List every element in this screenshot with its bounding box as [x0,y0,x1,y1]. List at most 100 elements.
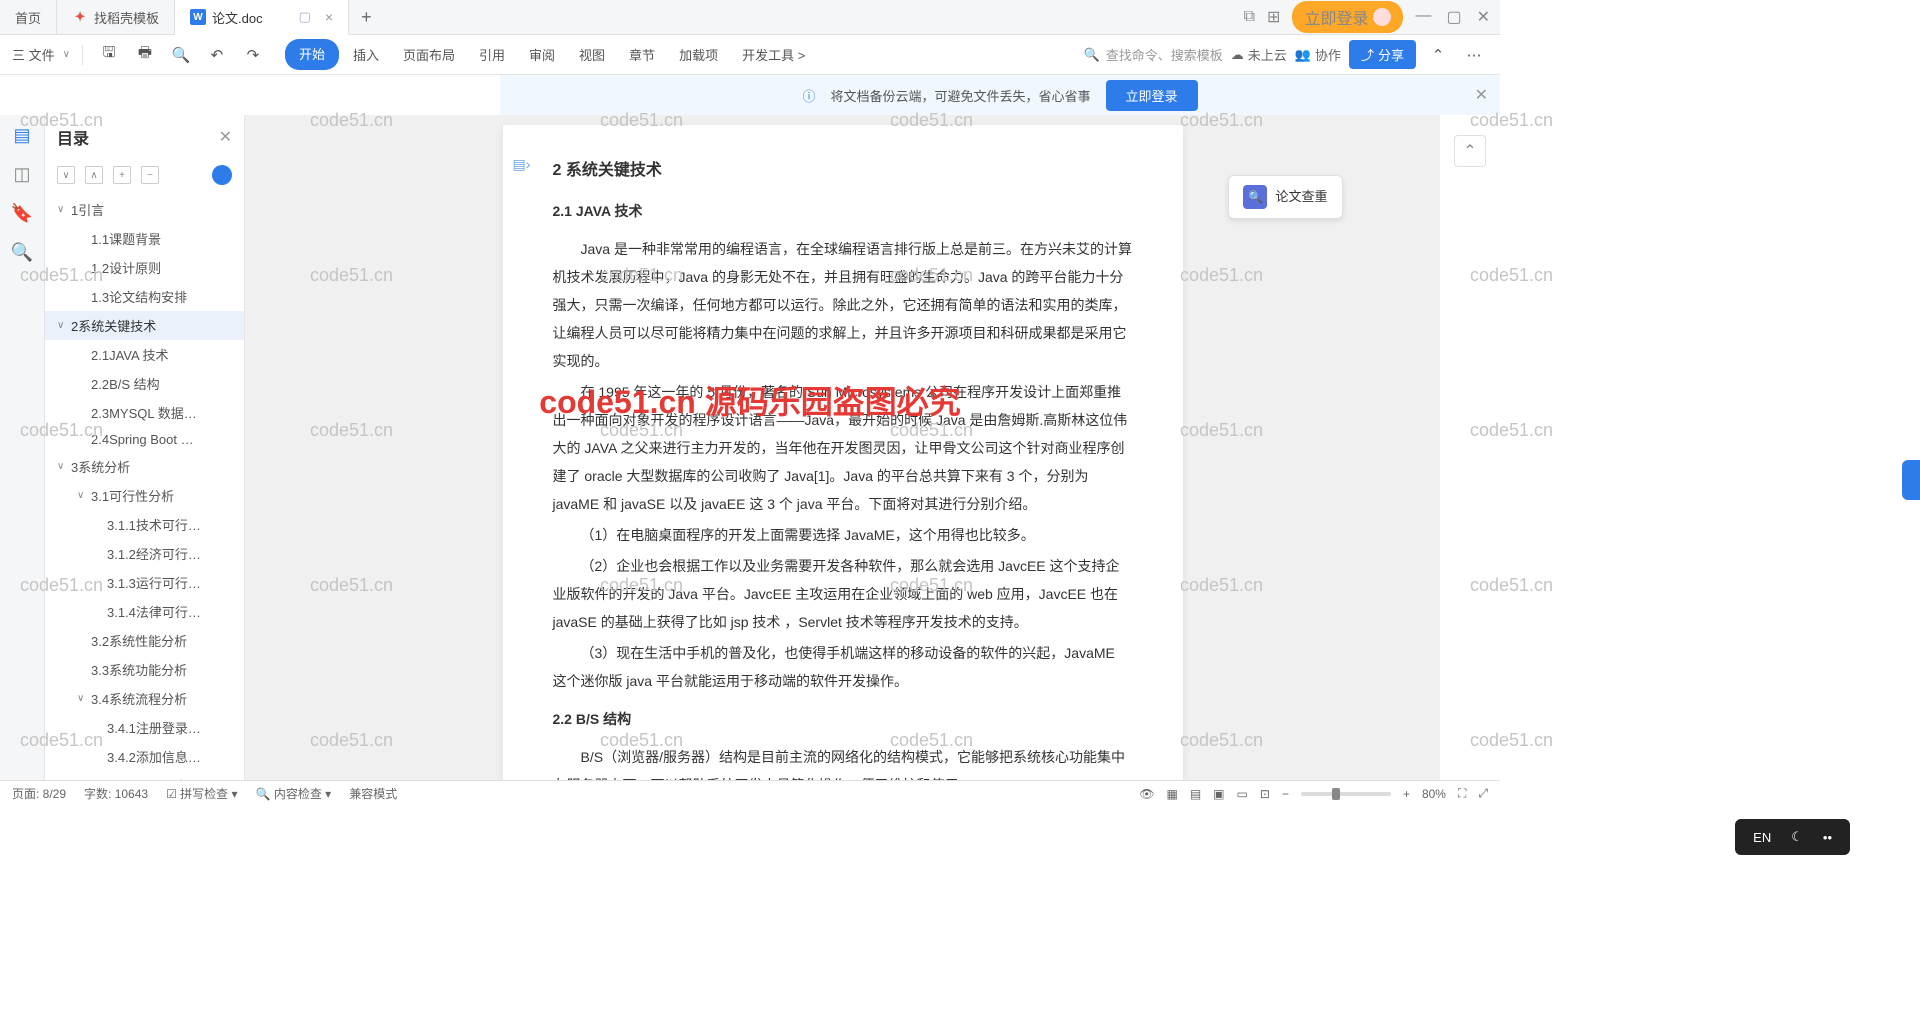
outline-item[interactable]: 3.1.2经济可行… [45,539,244,568]
preview-icon[interactable]: 🔍 [167,41,195,69]
badge-icon[interactable] [212,165,232,185]
ribbon-review[interactable]: 审阅 [519,39,565,70]
expand-icon[interactable]: ∧ [85,166,103,184]
zoom-out-icon[interactable]: − [1282,787,1289,801]
tab-home[interactable]: 首页 [0,0,57,35]
outline-item[interactable]: 1.3论文结构安排 [45,282,244,311]
para-icon[interactable]: ▤› [513,150,531,178]
apps-icon[interactable]: ⊞ [1267,7,1280,27]
outline-item[interactable]: 2.2B/S 结构 [45,369,244,398]
window-icon[interactable]: ▢ [299,9,311,25]
redo-icon[interactable]: ↷ [239,41,267,69]
view2-icon[interactable]: ▤ [1190,787,1201,801]
outline-item[interactable]: 3.4.2添加信息… [45,742,244,771]
ribbon-dev[interactable]: 开发工具 > [732,39,815,70]
zoom-level[interactable]: 80% [1422,787,1446,801]
zoom-in-icon[interactable]: + [1403,787,1410,801]
people-icon: 👥 [1295,47,1311,63]
clip-icon[interactable]: ◫ [13,164,30,185]
maximize-icon[interactable]: ▢ [1446,7,1461,27]
outline-item[interactable]: 2.4Spring Boot … [45,427,244,452]
outline-item[interactable]: 3.1.4法律可行… [45,597,244,626]
outline-item[interactable]: 1.2设计原则 [45,253,244,282]
login-button[interactable]: 立即登录 [1292,1,1403,33]
tab-template[interactable]: ✦找稻壳模板 [57,0,175,35]
side-tab-handle[interactable] [1902,460,1920,500]
check-icon: 🔍 [1243,185,1267,209]
ribbon-insert[interactable]: 插入 [343,39,389,70]
outline-item[interactable]: 1.1课题背景 [45,224,244,253]
outline-item[interactable]: 3.3系统功能分析 [45,655,244,684]
outline-item[interactable]: ∨1引言 [45,195,244,224]
tab-doc[interactable]: W论文.doc▢× [175,0,349,35]
outline-tools: ∨ ∧ + − [45,159,244,191]
zoom-slider[interactable] [1301,792,1391,796]
word-count[interactable]: 字数: 10643 [84,785,148,802]
document-area[interactable]: ▤› 2 系统关键技术 2.1 JAVA 技术 Java 是一种非常常用的编程语… [245,115,1440,780]
plus-icon[interactable]: + [113,166,131,184]
doc-icon: W [190,9,206,25]
undo-icon[interactable]: ↶ [203,41,231,69]
ribbon-start[interactable]: 开始 [285,39,339,70]
print-icon[interactable]: 🖶 [131,41,159,69]
outline-close-icon[interactable]: ✕ [219,127,232,147]
close-icon[interactable]: × [325,9,333,25]
eye-icon[interactable]: 👁 [1139,787,1154,801]
outline-icon[interactable]: ▤ [13,125,30,146]
banner-close-icon[interactable]: ✕ [1475,85,1488,105]
ime-lang[interactable]: EN [1753,830,1771,845]
page-status[interactable]: 页面: 8/29 [12,785,66,802]
outline-item[interactable]: 3.1.1技术可行… [45,510,244,539]
outline-item[interactable]: 3.4.1注册登录… [45,713,244,742]
outline-list[interactable]: ∨1引言1.1课题背景1.2设计原则1.3论文结构安排∨2系统关键技术2.1JA… [45,191,244,780]
ime-more-icon[interactable]: •• [1823,830,1832,845]
coop-button[interactable]: 👥协作 [1295,45,1341,64]
outline-item[interactable]: 2.1JAVA 技术 [45,340,244,369]
search-side-icon[interactable]: 🔍 [11,242,33,263]
heading-2-1: 2.1 JAVA 技术 [553,197,1133,225]
spell-check[interactable]: ☑ 拼写检查 ▾ [166,785,237,802]
outline-item[interactable]: ∨3.1可行性分析 [45,481,244,510]
outline-item[interactable]: ∨3.4系统流程分析 [45,684,244,713]
banner-login-button[interactable]: 立即登录 [1106,80,1198,111]
ribbon-addon[interactable]: 加载项 [669,39,728,70]
outline-item[interactable]: 3.1.3运行可行… [45,568,244,597]
paragraph: 在 1995 年这一年的 5 月份，著名的 Sun Microsystems 公… [553,378,1133,518]
chevron-up-icon[interactable]: ⌃ [1424,41,1452,69]
fullscreen-icon[interactable]: ⤢ [1478,786,1488,801]
collapse-icon[interactable]: ∨ [57,166,75,184]
bookmark-icon[interactable]: 🔖 [11,203,33,224]
collapse-right-icon[interactable]: ⌃ [1454,135,1486,167]
outline-item[interactable]: 3.2系统性能分析 [45,626,244,655]
layout-icon[interactable]: ⧉ [1244,8,1255,26]
plagiarism-check-button[interactable]: 🔍 论文查重 [1228,175,1342,219]
fit-icon[interactable]: ⛶ [1458,786,1466,801]
ribbon-chapter[interactable]: 章节 [619,39,665,70]
share-button[interactable]: ⤴分享 [1349,40,1416,69]
cloud-button[interactable]: ☁未上云 [1231,45,1287,64]
ribbon-ref[interactable]: 引用 [469,39,515,70]
content-check[interactable]: 🔍 内容检查 ▾ [256,785,332,802]
outline-item[interactable]: 2.3MYSQL 数据… [45,398,244,427]
view1-icon[interactable]: ▦ [1166,787,1177,801]
more-icon[interactable]: ⋯ [1460,41,1488,69]
ribbon-view[interactable]: 视图 [569,39,615,70]
minimize-icon[interactable]: — [1415,7,1431,27]
search-input[interactable]: 🔍查找命令、搜索模板 [1084,45,1223,64]
outline-item[interactable]: 3.4.3删除信息… [45,771,244,780]
moon-icon[interactable]: ☾ [1791,829,1803,845]
page: ▤› 2 系统关键技术 2.1 JAVA 技术 Java 是一种非常常用的编程语… [503,125,1183,780]
view3-icon[interactable]: ▣ [1213,787,1224,801]
file-menu[interactable]: 三 文件 [12,41,55,69]
avatar-icon [1373,8,1391,26]
outline-item[interactable]: ∨2系统关键技术 [45,311,244,340]
add-tab-button[interactable]: + [349,7,384,28]
save-icon[interactable]: 🖫 [95,41,123,69]
view4-icon[interactable]: ▭ [1237,787,1248,801]
minus-icon[interactable]: − [141,166,159,184]
ime-bar[interactable]: EN ☾ •• [1735,819,1850,855]
view5-icon[interactable]: ⊡ [1260,787,1270,801]
ribbon-layout[interactable]: 页面布局 [393,39,465,70]
close-window-icon[interactable]: ✕ [1477,7,1490,27]
outline-item[interactable]: ∨3系统分析 [45,452,244,481]
